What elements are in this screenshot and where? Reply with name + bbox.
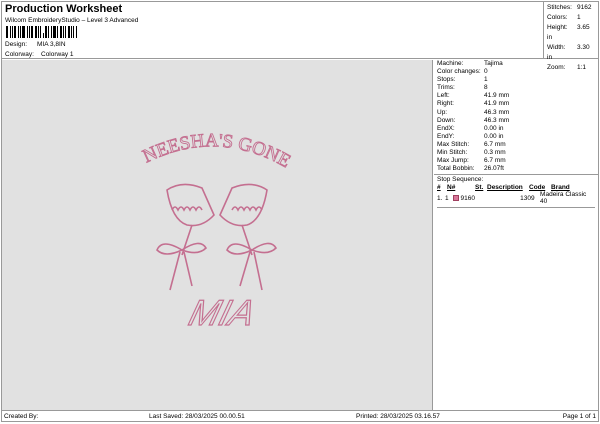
- row-brand: Madeira Classic 40: [540, 191, 587, 206]
- property-label: Total Bobbin:: [437, 165, 475, 173]
- col-stitches: St.: [475, 184, 484, 192]
- footer: Created By: Last Saved: 28/03/2025 00.00…: [1, 410, 599, 422]
- software-name: Wilcom EmbroideryStudio – Level 3 Advanc…: [5, 17, 139, 24]
- property-label: Max Jump:: [437, 157, 469, 165]
- property-value: 0: [484, 68, 488, 76]
- property-label: Up:: [437, 108, 448, 116]
- color-swatch: [452, 195, 459, 202]
- design-preview: NEESHA'S GONE MIA: [2, 60, 433, 410]
- property-row: Total Bobbin: 26.07ft: [434, 165, 598, 173]
- property-label: Color changes:: [437, 68, 481, 76]
- col-num: #: [437, 184, 441, 192]
- stat-row: Stitches: 9162: [547, 3, 596, 13]
- property-label: Down:: [437, 116, 456, 124]
- property-row: EndY: 0.00 in: [434, 133, 598, 141]
- property-value: 26.07ft: [484, 165, 504, 173]
- property-value: 6.7 mm: [484, 157, 506, 165]
- table-row: 1. 1 9160 1309 Madeira Classic 40: [437, 191, 595, 205]
- property-row: Min Stitch: 0.3 mm: [434, 149, 598, 157]
- property-label: Machine:: [437, 60, 464, 67]
- property-row: Max Jump: 6.7 mm: [434, 157, 598, 165]
- property-label: Min Stitch:: [437, 149, 468, 157]
- property-label: Right:: [437, 100, 454, 108]
- property-row: Left: 41.9 mm: [434, 92, 598, 100]
- property-value: 46.3 mm: [484, 108, 510, 116]
- stop-sequence-title: Stop Sequence:: [437, 176, 484, 184]
- stat-label: Width:: [547, 44, 566, 51]
- created-by: Created By:: [4, 413, 39, 420]
- stop-sequence-header: # N# St. Description Code Brand: [437, 184, 595, 191]
- stat-value: 9162: [577, 4, 592, 11]
- name-text: MIA: [185, 293, 260, 333]
- col-code: Code: [529, 184, 546, 192]
- row-code: 1309: [520, 194, 535, 202]
- property-row: Machine: Tajima: [434, 60, 598, 68]
- stat-value: 1: [577, 14, 581, 21]
- arc-text: NEESHA'S GONE: [140, 130, 294, 172]
- property-row: Down: 46.3 mm: [434, 117, 598, 125]
- page-number: Page 1 of 1: [562, 413, 596, 420]
- stat-label: Stitches:: [547, 4, 572, 11]
- divider: [437, 207, 595, 209]
- property-value: 0.00 in: [484, 124, 504, 132]
- embroidery-design: NEESHA'S GONE MIA: [139, 130, 294, 333]
- stop-sequence: Stop Sequence: # N# St. Description Code…: [434, 174, 598, 209]
- stat-label: Height:: [547, 24, 568, 31]
- property-row: Up: 46.3 mm: [434, 109, 598, 117]
- last-saved: Last Saved: 28/03/2025 00.00.51: [149, 413, 245, 420]
- property-value: 0.3 mm: [484, 149, 506, 157]
- stat-label: Colors:: [547, 14, 568, 21]
- property-value: 1: [484, 76, 488, 84]
- property-value: 41.9 mm: [484, 92, 510, 100]
- property-label: EndX:: [437, 124, 455, 132]
- barcode: [6, 26, 78, 38]
- property-value: 41.9 mm: [484, 100, 510, 108]
- row-needle: 1: [444, 194, 449, 202]
- page-title: Production Worksheet: [5, 3, 123, 15]
- col-needle: N#: [447, 184, 456, 192]
- property-row: Trims: 8: [434, 84, 598, 92]
- colorway-label: Colorway:: [5, 51, 34, 58]
- col-description: Description: [487, 184, 523, 192]
- property-value: Tajima: [484, 60, 503, 67]
- design-label: Design:: [5, 41, 28, 48]
- properties-panel: Machine: Tajima Color changes: 0 Stops: 1 Trim…: [434, 60, 598, 410]
- design-value: MIA 3,8IN: [37, 41, 66, 48]
- property-label: EndY:: [437, 132, 455, 140]
- property-row: Color changes: 0: [434, 68, 598, 76]
- glasses-icon: [156, 183, 278, 291]
- printed-date: Printed: 28/03/2025 03.16.57: [356, 413, 440, 420]
- design-row: Design: MIA 3,8IN: [5, 41, 66, 48]
- header: Production Worksheet Wilcom EmbroiderySt…: [1, 1, 543, 59]
- property-value: 6.7 mm: [484, 140, 506, 148]
- colorway-value: Colorway 1: [41, 51, 74, 58]
- stat-row: Height: 3.65 in: [547, 23, 596, 43]
- property-row: Right: 41.9 mm: [434, 100, 598, 108]
- row-num: 1.: [437, 194, 443, 202]
- property-label: Trims:: [437, 84, 455, 92]
- row-stitches: 9160: [460, 194, 476, 202]
- property-row: EndX: 0.00 in: [434, 125, 598, 133]
- property-value: 8: [484, 84, 488, 92]
- property-label: Stops:: [437, 76, 456, 84]
- property-row: Stops: 1: [434, 76, 598, 84]
- property-row: Max Stitch: 6.7 mm: [434, 141, 598, 149]
- property-value: 46.3 mm: [484, 116, 510, 124]
- stat-row: Colors: 1: [547, 13, 596, 23]
- property-value: 0.00 in: [484, 132, 504, 140]
- stats-box: Stitches: 9162 Colors: 1 Height: 3.65 in Wi…: [543, 1, 599, 71]
- colorway-row: Colorway: Colorway 1: [5, 51, 74, 58]
- col-brand: Brand: [551, 184, 570, 192]
- property-label: Max Stitch:: [437, 140, 470, 148]
- property-label: Left:: [437, 92, 450, 100]
